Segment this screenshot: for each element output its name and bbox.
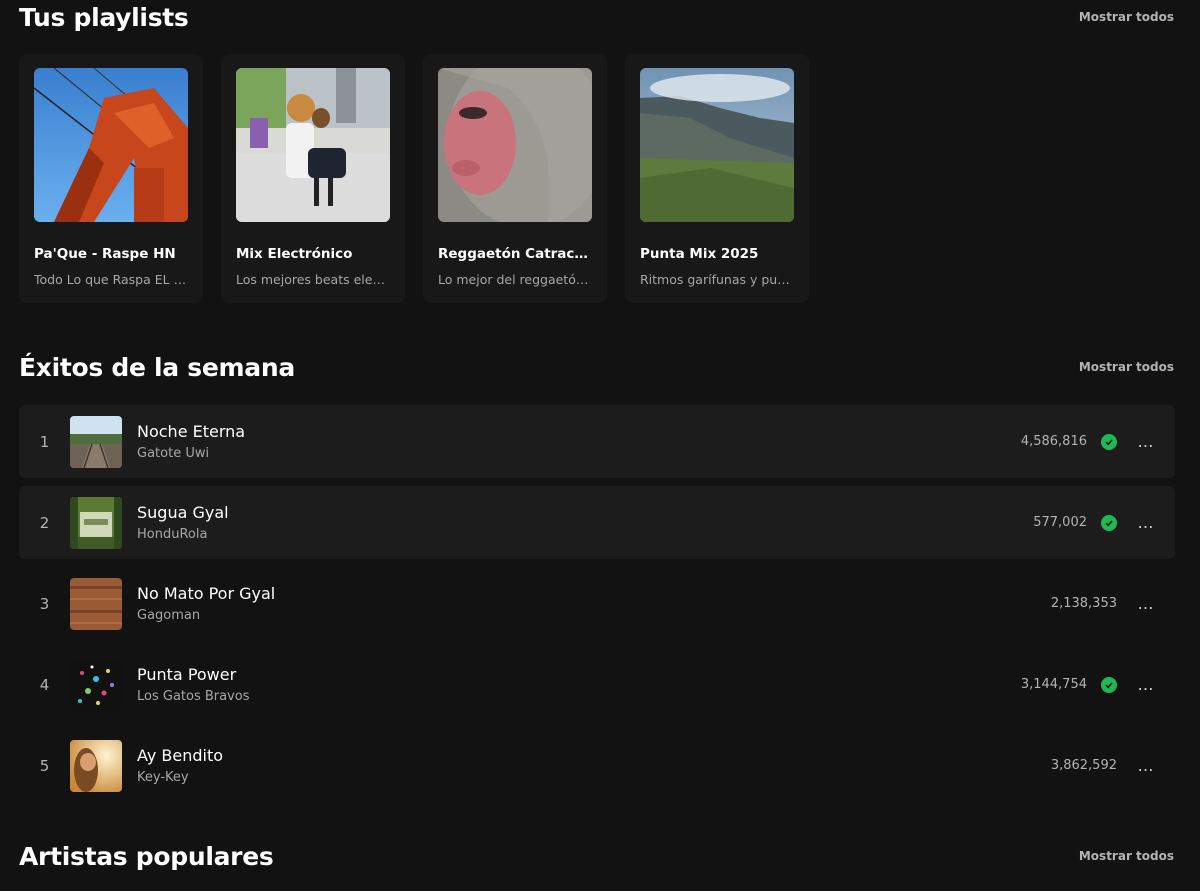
verified-check-icon (1101, 433, 1117, 450)
track-row[interactable]: 3 No Mato Por Gyal Gagoman 2,138,353 … (19, 567, 1175, 640)
track-number: 1 (39, 432, 50, 451)
track-cover-image (70, 658, 122, 711)
track-number: 4 (39, 675, 50, 694)
playlist-title: Mix Electrónico (236, 246, 353, 262)
home-page: Tus playlists Mostrar todos Pa'Que - Ras… (0, 0, 1200, 891)
playlist-card[interactable]: Punta Mix 2025 Ritmos garífunas y pu… (625, 54, 809, 303)
track-artist-link[interactable]: Gatote Uwi (137, 446, 1021, 461)
playlist-card[interactable]: Pa'Que - Raspe HN Todo Lo que Raspa EL … (19, 54, 203, 303)
play-count: 2,138,353 (1050, 596, 1117, 611)
track-number: 3 (39, 594, 50, 613)
playlist-title: Reggaetón Catrac… (438, 246, 588, 262)
hits-header: Éxitos de la semana Mostrar todos (19, 350, 1174, 384)
artists-title: Artistas populares (19, 841, 274, 871)
playlists-header: Tus playlists Mostrar todos (19, 0, 1174, 34)
track-cover-image (70, 739, 122, 792)
track-cover-image (70, 577, 122, 630)
verified-check-icon (1101, 514, 1117, 531)
track-title: Ay Bendito (137, 746, 224, 765)
track-number: 5 (39, 756, 50, 775)
track-title: No Mato Por Gyal (137, 584, 276, 603)
track-cover-image (70, 496, 122, 549)
verified-check-icon (1101, 676, 1117, 693)
track-row[interactable]: 2 Sugua Gyal HonduRola 577,002 … (19, 486, 1175, 559)
playlist-cover-image (236, 68, 390, 222)
playlist-description: Ritmos garífunas y pu… (640, 272, 790, 287)
playlists-show-all-link[interactable]: Mostrar todos (1079, 10, 1174, 24)
track-list: 1 Noche Eterna Gatote Uwi 4,586,816 … 2 … (19, 405, 1175, 810)
artists-header: Artistas populares Mostrar todos (19, 839, 1174, 873)
playlist-description: Todo Lo que Raspa EL … (34, 272, 187, 287)
more-options-icon[interactable]: … (1117, 513, 1175, 532)
play-count: 4,586,816 (1020, 434, 1087, 449)
playlist-cover-image (34, 68, 188, 222)
artists-show-all-link[interactable]: Mostrar todos (1079, 849, 1174, 863)
playlist-row: Pa'Que - Raspe HN Todo Lo que Raspa EL … (19, 54, 809, 303)
playlist-title: Pa'Que - Raspe HN (34, 246, 176, 262)
track-row[interactable]: 4 Punta Power Los Gatos Bravos 3,144,754… (19, 648, 1175, 721)
play-count: 3,144,754 (1020, 677, 1087, 692)
more-options-icon[interactable]: … (1117, 675, 1175, 694)
track-artist-link[interactable]: Los Gatos Bravos (137, 689, 1021, 704)
hits-title: Éxitos de la semana (19, 352, 295, 382)
track-cover-image (70, 415, 122, 468)
track-title: Sugua Gyal (137, 503, 229, 522)
track-artist-link[interactable]: Key-Key (137, 770, 1051, 785)
more-options-icon[interactable]: … (1117, 756, 1175, 775)
playlist-card[interactable]: Mix Electrónico Los mejores beats elec… (221, 54, 405, 303)
track-title: Noche Eterna (137, 422, 246, 441)
playlist-cover-image (438, 68, 592, 222)
playlist-description: Lo mejor del reggaetó… (438, 272, 589, 287)
more-options-icon[interactable]: … (1117, 432, 1175, 451)
playlist-description: Los mejores beats elec… (236, 272, 390, 287)
play-count: 577,002 (1033, 515, 1087, 530)
track-artist-link[interactable]: Gagoman (137, 608, 1051, 623)
playlist-title: Punta Mix 2025 (640, 246, 759, 262)
track-title: Punta Power (137, 665, 237, 684)
playlists-title: Tus playlists (19, 2, 189, 32)
track-row[interactable]: 5 Ay Bendito Key-Key 3,862,592 … (19, 729, 1175, 802)
playlist-card[interactable]: Reggaetón Catrac… Lo mejor del reggaetó… (423, 54, 607, 303)
play-count: 3,862,592 (1050, 758, 1117, 773)
track-row[interactable]: 1 Noche Eterna Gatote Uwi 4,586,816 … (19, 405, 1175, 478)
track-number: 2 (39, 513, 50, 532)
track-artist-link[interactable]: HonduRola (137, 527, 1033, 542)
playlist-cover-image (640, 68, 794, 222)
hits-show-all-link[interactable]: Mostrar todos (1079, 360, 1174, 374)
more-options-icon[interactable]: … (1117, 594, 1175, 613)
